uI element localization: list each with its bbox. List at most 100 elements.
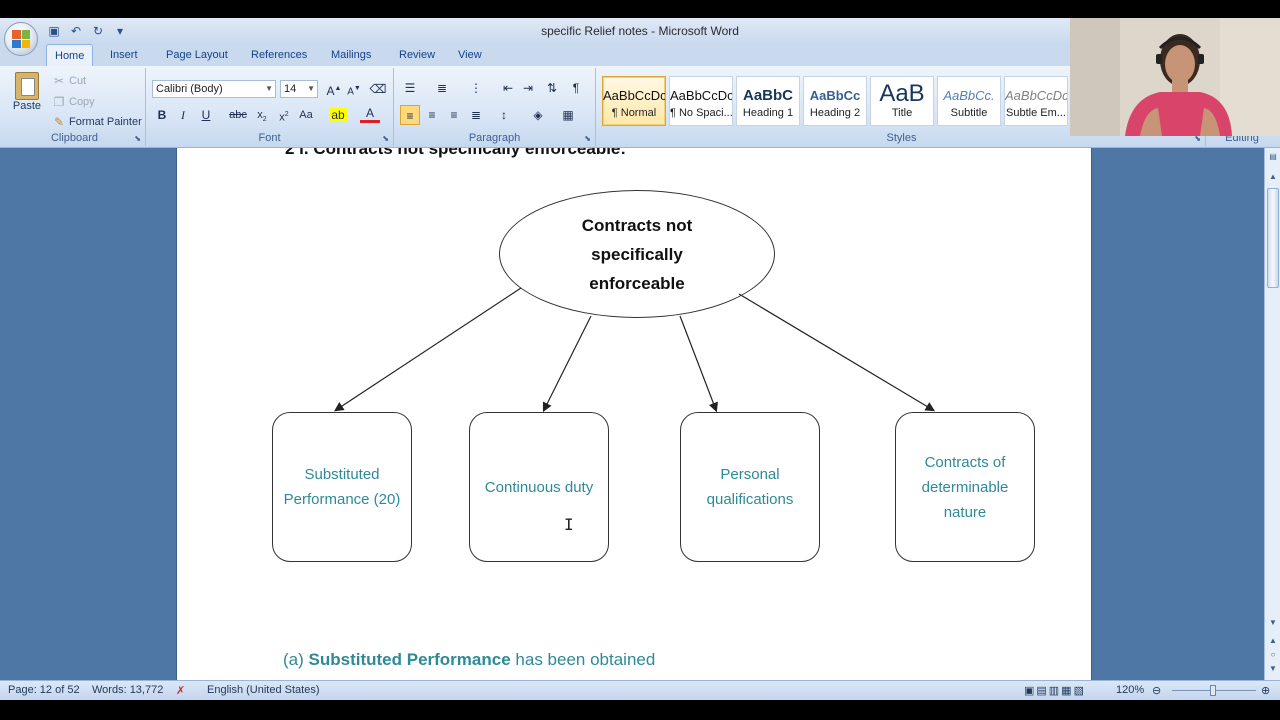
sort-button[interactable]: ⇅ <box>542 78 562 98</box>
style-sample: AaBbCcDc <box>1005 88 1067 103</box>
subsection-rest: has been obtained <box>515 650 656 669</box>
bullets-button[interactable]: ☰ <box>400 78 420 98</box>
font-group-label: Font <box>258 132 281 144</box>
shrink-font-button[interactable]: A▼ <box>344 79 364 99</box>
zoom-in-icon[interactable]: ⊕ <box>1261 684 1270 697</box>
underline-button[interactable]: U <box>196 105 216 125</box>
scrollbar-thumb[interactable] <box>1267 188 1279 288</box>
scroll-up-icon[interactable]: ▲ <box>1268 172 1278 182</box>
strikethrough-button[interactable]: abc <box>228 105 248 125</box>
clipboard-group: Paste ✂ Cut ❐ Copy ✎ Format Painter Clipboa… <box>4 68 146 146</box>
grow-font-button[interactable]: A▲ <box>324 79 344 99</box>
webcam-overlay <box>1070 18 1280 136</box>
tab-insert[interactable]: Insert <box>102 44 146 66</box>
style-sample: AaBbC <box>742 87 793 104</box>
style-heading-1[interactable]: AaBbC Heading 1 <box>736 76 800 126</box>
font-group: Calibri (Body) ▼ 14 ▼ A▲ A▼ ⌫ B I U abc x2… <box>146 68 394 146</box>
change-case-button[interactable]: Aa <box>296 105 316 125</box>
superscript-button[interactable]: x2 <box>274 105 294 125</box>
office-button[interactable] <box>4 22 38 56</box>
document-page[interactable]: 2 i. Contracts not specifically enforcea… <box>176 148 1092 680</box>
ruler-toggle-icon[interactable]: ▤ <box>1268 152 1278 162</box>
justify-button[interactable]: ≣ <box>466 105 486 125</box>
numbering-button[interactable]: ≣ <box>432 78 452 98</box>
font-size-value: 14 <box>284 83 297 95</box>
font-color-button[interactable]: A <box>360 105 380 123</box>
word-count[interactable]: Words: 13,772 <box>92 684 163 696</box>
zoom-level[interactable]: 120% <box>1116 684 1144 696</box>
clear-formatting-button[interactable]: ⌫ <box>368 79 388 99</box>
style-subtle-emphasis[interactable]: AaBbCcDc Subtle Em... <box>1004 76 1068 126</box>
style-sample: AaBbCcDc <box>603 88 665 103</box>
style-heading-2[interactable]: AaBbCc Heading 2 <box>803 76 867 126</box>
tab-page-layout[interactable]: Page Layout <box>158 44 236 66</box>
style-subtitle[interactable]: AaBbCc. Subtitle <box>937 76 1001 126</box>
chevron-down-icon: ▼ <box>307 84 315 93</box>
bold-button[interactable]: B <box>152 105 172 125</box>
align-right-button[interactable]: ≡ <box>444 105 464 125</box>
arrow-to-substituted <box>333 287 522 412</box>
zoom-out-icon[interactable]: ⊖ <box>1152 684 1161 697</box>
status-bar: Page: 12 of 52 Words: 13,772 ✗ English (… <box>0 680 1280 700</box>
borders-button[interactable]: ▦ <box>558 105 578 125</box>
arrow-to-continuous <box>542 315 592 413</box>
document-area: 2 i. Contracts not specifically enforcea… <box>0 148 1264 680</box>
bottom-black-strip <box>0 700 1280 720</box>
chevron-down-icon: ▼ <box>265 84 273 93</box>
tab-references[interactable]: References <box>243 44 315 66</box>
show-marks-button[interactable]: ¶ <box>566 78 586 98</box>
clipboard-launcher-icon[interactable]: ⬊ <box>134 134 141 143</box>
font-family-select[interactable]: Calibri (Body) ▼ <box>152 80 276 98</box>
diagram-root-node: Contracts not specifically enforceable <box>499 190 775 318</box>
decrease-indent-button[interactable]: ⇤ <box>498 78 518 98</box>
font-size-select[interactable]: 14 ▼ <box>280 80 318 98</box>
paragraph-launcher-icon[interactable]: ⬊ <box>584 134 591 143</box>
proofing-icon[interactable]: ✗ <box>176 684 185 697</box>
paste-button[interactable]: Paste <box>10 72 44 126</box>
style-no-spacing[interactable]: AaBbCcDc ¶ No Spaci... <box>669 76 733 126</box>
paragraph-group-label: Paragraph <box>468 132 521 144</box>
tab-home[interactable]: Home <box>46 44 94 66</box>
view-buttons-icon[interactable]: ▣▤▥▦▧ <box>1024 684 1086 697</box>
subscript-button[interactable]: x2 <box>252 105 272 125</box>
font-family-value: Calibri (Body) <box>156 83 223 95</box>
align-left-button[interactable]: ≡ <box>400 105 420 125</box>
tab-mailings[interactable]: Mailings <box>323 44 379 66</box>
format-painter-label: Format Painter <box>69 115 142 128</box>
multilevel-list-button[interactable]: ⋮ <box>466 78 486 98</box>
presenter-image <box>1070 18 1280 136</box>
copy-icon: ❐ <box>53 95 65 109</box>
scroll-down-icon[interactable]: ▼ <box>1268 618 1278 628</box>
align-center-button[interactable]: ≡ <box>422 105 442 125</box>
highlight-button[interactable]: ab <box>328 105 348 125</box>
font-launcher-icon[interactable]: ⬊ <box>382 134 389 143</box>
zoom-slider-thumb[interactable] <box>1210 685 1216 696</box>
style-name: Title <box>891 107 913 119</box>
vertical-scrollbar[interactable]: ▤ ▲ ▼ ▲ ○ ▼ <box>1264 148 1280 680</box>
increase-indent-button[interactable]: ⇥ <box>518 78 538 98</box>
next-page-icon[interactable]: ▼ <box>1268 664 1278 674</box>
page-count[interactable]: Page: 12 of 52 <box>8 684 80 696</box>
format-painter-button[interactable]: ✎ Format Painter <box>52 115 142 129</box>
style-name: Subtitle <box>950 107 988 119</box>
previous-page-icon[interactable]: ▲ <box>1268 636 1278 646</box>
style-title[interactable]: AaB Title <box>870 76 934 126</box>
line-spacing-button[interactable]: ↕ <box>494 105 514 125</box>
brush-icon: ✎ <box>53 115 65 129</box>
copy-button[interactable]: ❐ Copy <box>52 95 95 109</box>
arrow-to-personal <box>679 315 718 413</box>
cut-button[interactable]: ✂ Cut <box>52 74 86 88</box>
paste-icon <box>15 72 39 100</box>
italic-button[interactable]: I <box>173 105 193 125</box>
style-sample: AaBbCc <box>809 88 861 103</box>
style-normal[interactable]: AaBbCcDc ¶ Normal <box>602 76 666 126</box>
diagram-node-substituted-performance: Substituted Performance (20) <box>272 412 412 562</box>
shading-button[interactable]: ◈ <box>528 105 548 125</box>
select-browse-object-icon[interactable]: ○ <box>1268 650 1278 660</box>
node-label: Contracts of determinable nature <box>921 453 1009 521</box>
tab-review[interactable]: Review <box>391 44 443 66</box>
language[interactable]: English (United States) <box>207 684 320 696</box>
tab-view[interactable]: View <box>450 44 490 66</box>
scissors-icon: ✂ <box>53 74 65 88</box>
style-name: ¶ Normal <box>611 107 657 119</box>
